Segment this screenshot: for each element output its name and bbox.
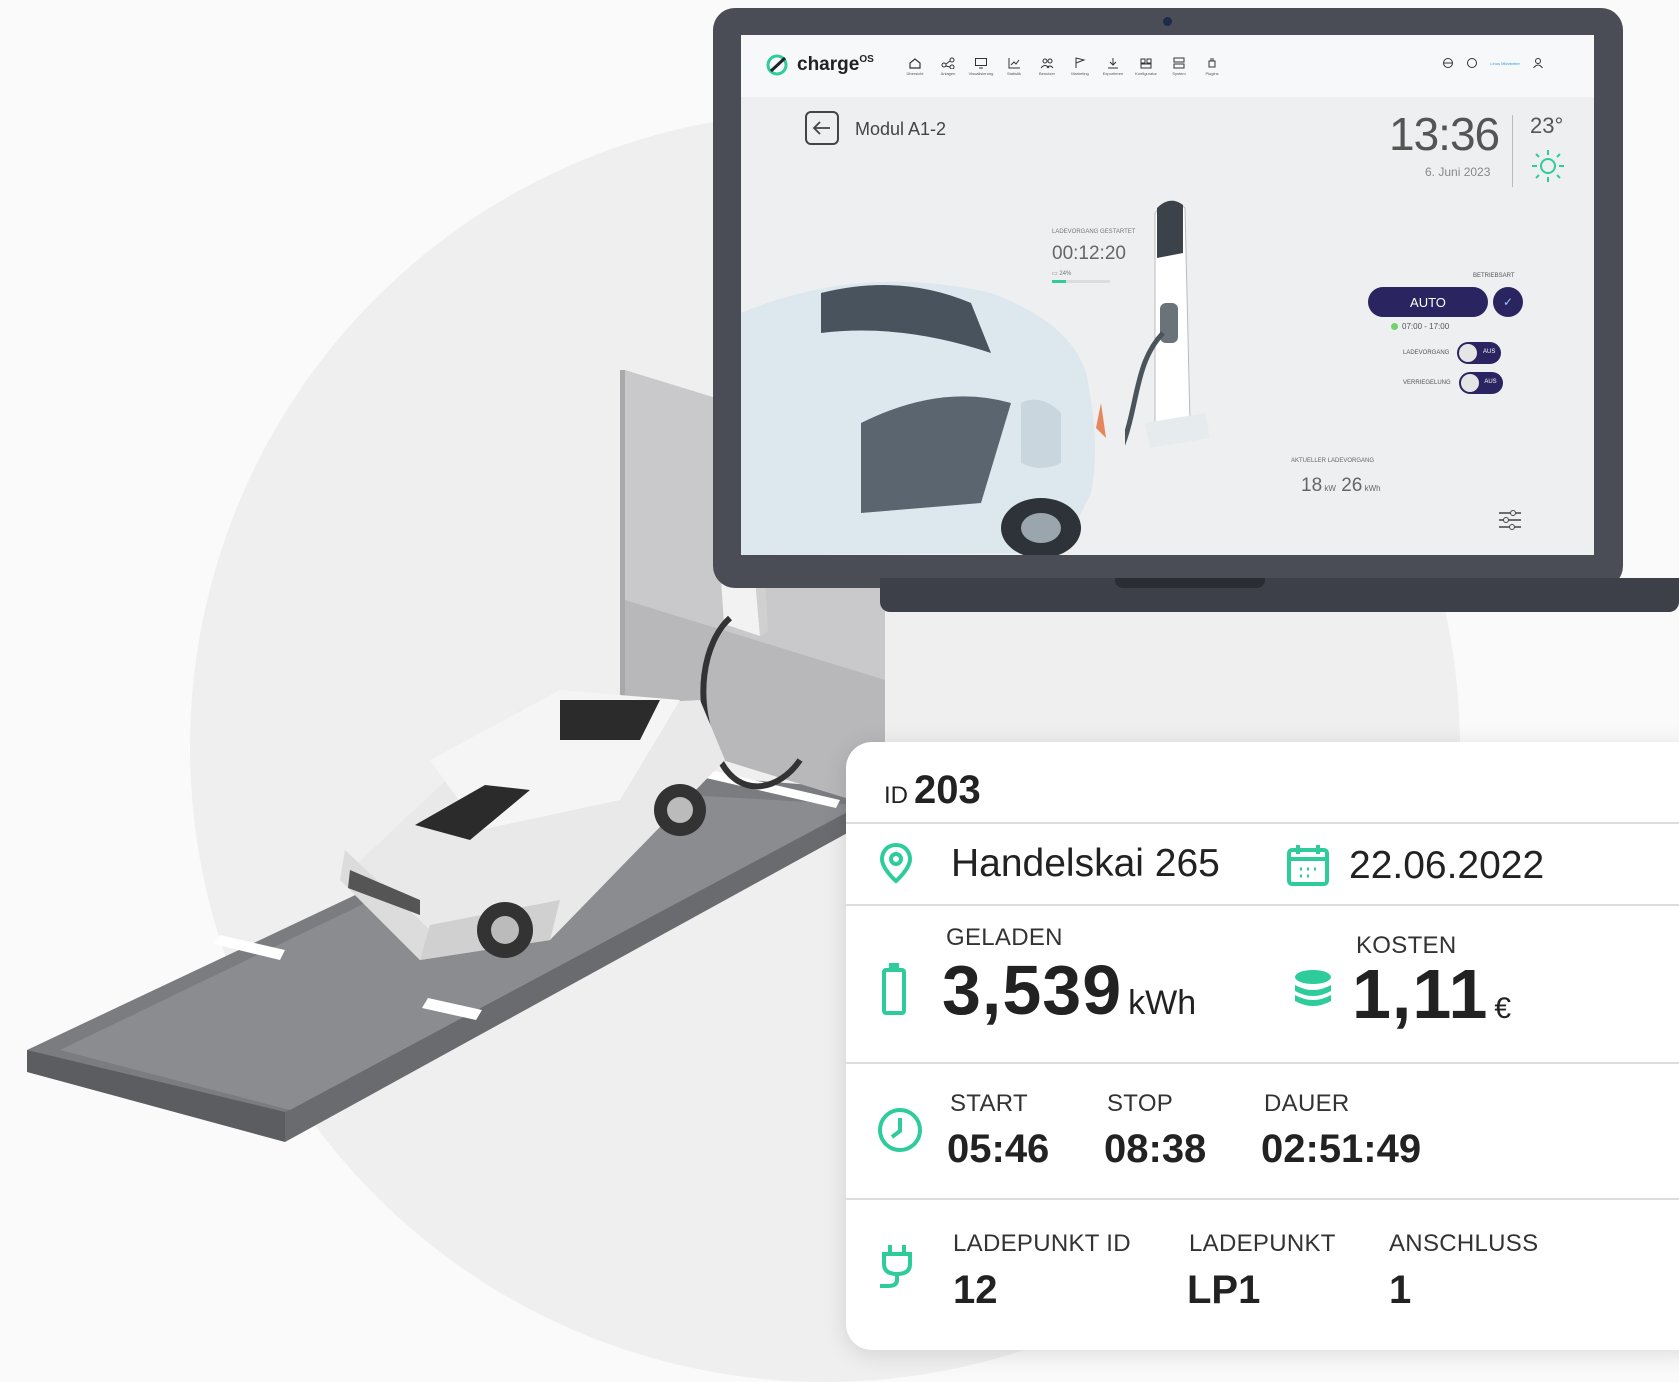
lock-toggle[interactable]: AUS xyxy=(1458,372,1503,394)
chargeos-logo[interactable]: chargeOS xyxy=(765,53,874,77)
charging-toggle[interactable]: AUS xyxy=(1457,342,1502,364)
cost-amount: 1,11 € xyxy=(1352,955,1512,1033)
chargepoint-label: LADEPUNKT xyxy=(1189,1230,1336,1257)
back-button[interactable] xyxy=(805,111,839,145)
flag-icon xyxy=(1075,57,1086,68)
chart-icon xyxy=(1008,58,1020,69)
clock-icon xyxy=(878,1108,922,1152)
server-icon xyxy=(1173,57,1185,69)
session-started-label: LADEVORGANG GESTARTET xyxy=(1052,229,1136,235)
duration-label: DAUER xyxy=(1264,1090,1350,1117)
monitor-icon xyxy=(975,58,987,69)
chargeos-logo-icon xyxy=(766,54,788,76)
session-elapsed-time: 00:12:20 xyxy=(1052,243,1126,264)
laptop-camera xyxy=(1163,17,1172,26)
confirm-mode-button[interactable]: ✓ xyxy=(1493,287,1523,317)
chargepoint-id-value: 12 xyxy=(953,1268,998,1312)
sliders-icon[interactable] xyxy=(1497,507,1523,533)
start-label: START xyxy=(950,1090,1028,1117)
globe-icon[interactable] xyxy=(1442,57,1454,69)
start-time: 05:46 xyxy=(947,1127,1050,1171)
stop-label: STOP xyxy=(1107,1090,1174,1117)
session-info-card: ID 203 Handelskai 265 22.06.2022 GELADEN … xyxy=(846,742,1679,1350)
battery-percent: ▭ 24% xyxy=(1052,271,1072,277)
charged-energy: 3,539 kWh xyxy=(942,951,1197,1029)
nav-item-benutzer[interactable]: Benutzer xyxy=(1035,57,1059,76)
divider xyxy=(846,1198,1679,1200)
nav-item-statistik[interactable]: Statistik xyxy=(1002,57,1026,76)
nav-item-uebersicht[interactable]: Übersicht xyxy=(903,57,927,76)
location-pin-icon xyxy=(879,842,913,884)
temperature: 23° xyxy=(1530,113,1564,138)
plug-icon xyxy=(880,1245,912,1288)
battery-progress-bar xyxy=(1052,280,1110,283)
coins-icon xyxy=(1295,970,1331,1006)
calendar-icon xyxy=(1287,845,1329,886)
chargepoint-id-label: LADEPUNKT ID xyxy=(953,1230,1131,1257)
connector-label: ANSCHLUSS xyxy=(1389,1230,1539,1257)
stop-time: 08:38 xyxy=(1104,1127,1207,1171)
plugin-icon xyxy=(1208,58,1216,68)
schedule-hours: 07:00 - 17:00 xyxy=(1391,322,1449,331)
current-session-label: AKTUELLER LADEVORGANG xyxy=(1291,458,1375,464)
current-session-values: 18 kW 26 kWh xyxy=(1301,475,1381,496)
divider xyxy=(846,904,1679,906)
auto-mode-button[interactable]: AUTO xyxy=(1368,287,1488,317)
battery-icon xyxy=(882,963,906,1015)
session-id: ID 203 xyxy=(884,768,981,812)
config-icon xyxy=(1140,58,1152,69)
check-icon: ✓ xyxy=(1502,295,1514,309)
nav-item-exportieren[interactable]: Exportieren xyxy=(1101,57,1125,76)
clock-date: 6. Juni 2023 xyxy=(1425,165,1491,179)
app-screen: chargeOS Übersicht Anlagen Visualisierun… xyxy=(741,35,1594,555)
main-nav: Übersicht Anlagen Visualisierung Statist… xyxy=(903,57,1224,76)
charging-station-illustration xyxy=(1125,200,1210,448)
clock-time: 13:36 xyxy=(1389,108,1500,160)
nav-item-visualisierung[interactable]: Visualisierung xyxy=(969,57,993,76)
arrow-left-icon xyxy=(812,121,830,135)
chargepoint-value: LP1 xyxy=(1187,1268,1261,1312)
clock-divider xyxy=(1512,115,1513,187)
sun-icon xyxy=(1532,150,1564,182)
charging-toggle-row: LADEVORGANG AUS xyxy=(1403,342,1502,364)
user-name[interactable]: Linus Mitarbeiter xyxy=(1490,61,1520,66)
nav-item-system[interactable]: System xyxy=(1167,57,1191,76)
connector-value: 1 xyxy=(1389,1268,1412,1312)
network-icon xyxy=(941,57,955,69)
operating-mode-label: BETRIEBSART xyxy=(1473,273,1515,279)
user-icon[interactable] xyxy=(1532,57,1544,69)
session-date: 22.06.2022 xyxy=(1349,844,1545,887)
top-right-controls: Linus Mitarbeiter xyxy=(1442,57,1544,69)
chat-icon[interactable] xyxy=(1466,57,1478,69)
top-navigation-bar: chargeOS Übersicht Anlagen Visualisierun… xyxy=(741,35,1594,97)
nav-item-marketing[interactable]: Marketing xyxy=(1068,57,1092,76)
battery-progress-fill xyxy=(1052,280,1066,283)
divider xyxy=(846,1062,1679,1064)
address: Handelskai 265 xyxy=(951,842,1220,885)
module-title: Modul A1-2 xyxy=(855,119,947,139)
lock-toggle-row: VERRIEGELUNG AUS xyxy=(1403,372,1503,394)
users-icon xyxy=(1040,58,1054,69)
charged-label: GELADEN xyxy=(946,924,1063,951)
nav-item-konfigurator[interactable]: Konfigurator xyxy=(1134,57,1158,76)
car-illustration xyxy=(741,281,1106,555)
laptop-base xyxy=(880,578,1679,612)
nav-item-plugins[interactable]: Plugins xyxy=(1200,57,1224,76)
home-icon xyxy=(909,58,921,69)
nav-item-anlagen[interactable]: Anlagen xyxy=(936,57,960,76)
laptop-notch xyxy=(1115,578,1265,588)
download-icon xyxy=(1108,58,1118,69)
duration-value: 02:51:49 xyxy=(1261,1127,1422,1171)
logo-text: chargeOS xyxy=(797,54,874,75)
divider xyxy=(846,822,1679,824)
status-dot xyxy=(1391,323,1398,330)
